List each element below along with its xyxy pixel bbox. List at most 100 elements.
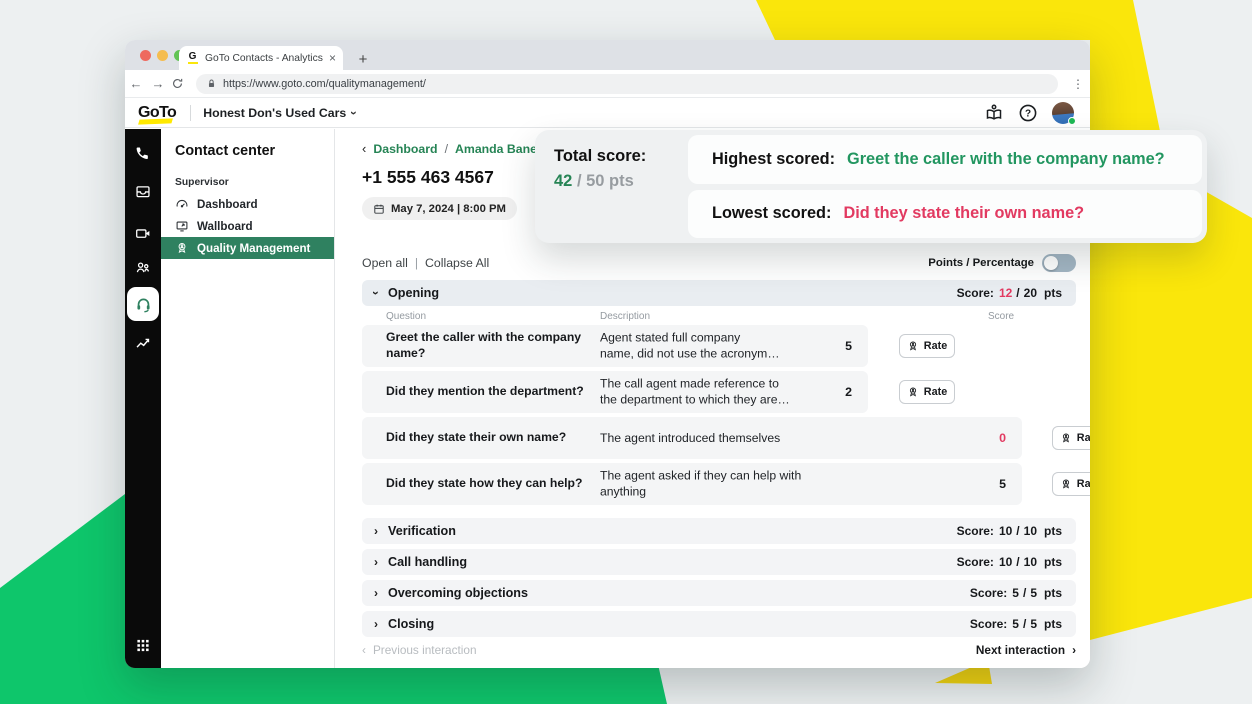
chevron-left-icon: ‹ <box>362 643 366 657</box>
section-header-call-handling[interactable]: › Call handling Score: 10 / 10 pts <box>362 549 1076 575</box>
section-header-verification[interactable]: › Verification Score: 10 / 10 pts <box>362 518 1076 544</box>
inbox-icon[interactable] <box>135 183 152 200</box>
sidebar-item-quality-management[interactable]: Quality Management <box>161 237 334 259</box>
account-switcher[interactable]: Honest Don's Used Cars › <box>203 106 356 120</box>
section-score: Score: 5 / 5 pts <box>970 617 1062 631</box>
icon-rail <box>125 129 161 668</box>
question-row: Did they mention the department? The cal… <box>362 371 1090 413</box>
table-column-headers: Question Description Score <box>362 311 1076 325</box>
section-header-opening[interactable]: › Opening Score: 12 / 20 pts <box>362 280 1076 306</box>
question-row: Did they state their own name? The agent… <box>362 417 1090 459</box>
points-percentage-toggle[interactable] <box>1042 254 1076 272</box>
rate-badge-icon <box>907 386 919 398</box>
dashboard-icon <box>175 197 189 211</box>
team-icon[interactable] <box>135 259 152 276</box>
score-summary-card: Total score: 42 / 50 pts Highest scored:… <box>535 130 1207 243</box>
minimize-window-button[interactable] <box>157 50 168 61</box>
contact-center-active-item[interactable] <box>127 287 159 321</box>
resources-icon[interactable] <box>984 103 1004 123</box>
address-bar[interactable]: https://www.goto.com/qualitymanagement/ <box>196 74 1058 94</box>
total-score-value: 42 / 50 pts <box>554 172 683 191</box>
highest-scored-row: Highest scored: Greet the caller with th… <box>688 135 1202 184</box>
goto-logo[interactable]: GoTo <box>138 104 176 122</box>
section-header-closing[interactable]: › Closing Score: 5 / 5 pts <box>362 611 1076 637</box>
highest-scored-label: Highest scored: <box>712 150 835 169</box>
rate-button[interactable]: Rate <box>1052 472 1090 496</box>
section-score: Score: 10 / 10 pts <box>957 555 1062 569</box>
help-icon[interactable]: ? <box>1018 103 1038 123</box>
tab-title: GoTo Contacts - Analytics <box>205 53 323 64</box>
score-earned: 10 <box>999 524 1012 538</box>
score-max: 10 <box>1024 555 1037 569</box>
new-tab-button[interactable]: + <box>353 51 373 68</box>
sidebar-item-dashboard[interactable]: Dashboard <box>161 193 334 215</box>
browser-tab[interactable]: G GoTo Contacts - Analytics × <box>179 46 343 70</box>
question-row: Greet the caller with the company name? … <box>362 325 1090 367</box>
lowest-scored-label: Lowest scored: <box>712 204 831 223</box>
calendar-icon <box>373 203 385 215</box>
header-divider <box>190 105 191 121</box>
sidebar-section-label: Supervisor <box>175 177 229 188</box>
browser-tabstrip: G GoTo Contacts - Analytics × + <box>125 40 1090 70</box>
expand-controls: Open all | Collapse All <box>362 256 489 270</box>
breadcrumb-link-dashboard[interactable]: Dashboard <box>373 142 437 156</box>
breadcrumb-link-agent[interactable]: Amanda Bane <box>455 142 537 156</box>
rate-button[interactable]: Rate <box>899 334 955 358</box>
back-icon[interactable]: ← <box>125 76 147 91</box>
chevron-right-icon: › <box>374 525 378 537</box>
toggle-label: Points / Percentage <box>928 257 1034 269</box>
description-text: The call agent made reference to the dep… <box>600 376 835 409</box>
rate-button[interactable]: Rate <box>899 380 955 404</box>
chevron-down-icon: › <box>348 111 360 115</box>
rate-badge-icon <box>1060 478 1072 490</box>
section-score: Score: 12 / 20 pts <box>957 286 1062 300</box>
goto-favicon: G <box>186 52 199 65</box>
chevron-down-icon: › <box>370 291 382 295</box>
rate-button[interactable]: Rate <box>1052 426 1090 450</box>
forward-icon[interactable]: → <box>147 76 169 91</box>
video-icon[interactable] <box>135 225 152 242</box>
browser-menu-icon[interactable]: ⋮ <box>1066 77 1090 91</box>
reload-icon[interactable] <box>171 77 184 90</box>
collapse-all-link[interactable]: Collapse All <box>425 256 489 270</box>
analytics-icon[interactable] <box>135 335 152 352</box>
chevron-right-icon: › <box>374 618 378 630</box>
question-row: Did they state how they can help? The ag… <box>362 463 1090 505</box>
tab-close-icon[interactable]: × <box>329 51 336 65</box>
rate-badge-icon <box>907 340 919 352</box>
total-score-block: Total score: 42 / 50 pts <box>535 130 683 243</box>
rate-badge-icon <box>1060 432 1072 444</box>
browser-toolbar: ← → https://www.goto.com/qualitymanageme… <box>125 70 1090 98</box>
question-text: Did they mention the department? <box>386 384 598 400</box>
score-earned: 5 <box>1012 586 1019 600</box>
lock-icon <box>206 78 217 89</box>
total-score-label: Total score: <box>554 147 683 166</box>
breadcrumb-back-icon[interactable]: ‹ <box>362 141 366 156</box>
breadcrumb: ‹ Dashboard / Amanda Bane / <box>362 141 547 156</box>
sidebar-item-wallboard[interactable]: Wallboard <box>161 215 334 237</box>
open-all-link[interactable]: Open all <box>362 256 408 270</box>
sidebar: Contact center Supervisor Dashboard Wall… <box>161 129 335 668</box>
app-header: GoTo Honest Don's Used Cars › ? <box>125 98 1090 128</box>
question-text: Greet the caller with the company name? <box>386 330 598 362</box>
section-header-overcoming-objections[interactable]: › Overcoming objections Score: 5 / 5 pts <box>362 580 1076 606</box>
user-avatar[interactable] <box>1052 102 1074 124</box>
apps-grid-icon[interactable] <box>135 637 152 654</box>
question-text: Did they state how they can help? <box>386 476 598 492</box>
score-earned: 5 <box>1012 617 1019 631</box>
score-value: 5 <box>845 339 852 353</box>
highest-scored-question: Greet the caller with the company name? <box>847 150 1165 169</box>
previous-interaction-link[interactable]: ‹ Previous interaction <box>362 643 477 657</box>
interaction-datetime: May 7, 2024 | 8:00 PM <box>362 197 517 220</box>
url-text: https://www.goto.com/qualitymanagement/ <box>223 78 426 90</box>
sidebar-item-label: Quality Management <box>197 242 310 255</box>
close-window-button[interactable] <box>140 50 151 61</box>
lowest-scored-row: Lowest scored: Did they state their own … <box>688 190 1202 239</box>
score-max: 5 <box>1030 617 1037 631</box>
svg-text:?: ? <box>1025 108 1031 119</box>
phone-icon[interactable] <box>135 145 152 162</box>
sidebar-item-label: Dashboard <box>197 198 258 211</box>
score-max: 20 <box>1024 286 1037 300</box>
presence-indicator <box>1068 117 1076 125</box>
next-interaction-link[interactable]: Next interaction › <box>976 643 1076 657</box>
